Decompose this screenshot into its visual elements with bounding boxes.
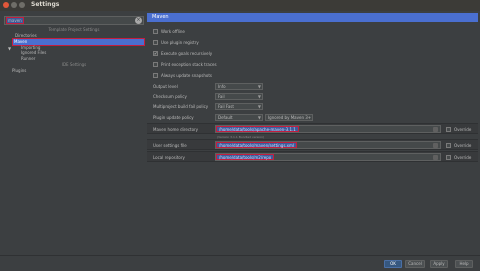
override-label: Override	[454, 143, 472, 148]
user-settings-label: User settings file	[153, 143, 187, 148]
select-value: Default	[218, 115, 233, 120]
help-button[interactable]: Help	[455, 260, 473, 268]
tree-item-plugins[interactable]: Plugins	[12, 68, 26, 74]
apply-button[interactable]: Apply	[430, 260, 448, 268]
dialog-footer: OK Cancel Apply Help	[0, 255, 480, 271]
checkbox-label: Execute goals recursively	[161, 51, 213, 56]
maven-home-label: Maven home directory	[153, 127, 199, 132]
ide-settings-header: IDE Settings	[61, 62, 87, 67]
checkbox-box[interactable]	[153, 39, 158, 45]
settings-search-input[interactable]: maven	[6, 17, 24, 24]
print-exception-stack-traces-checkbox[interactable]: Print exception stack traces	[153, 61, 217, 68]
maven-home-override-checkbox[interactable]: Override	[446, 126, 471, 133]
plugin-update-policy-select[interactable]: Default ▼	[215, 114, 263, 121]
local-repository-label: Local repository	[153, 155, 185, 160]
folder-browse-icon[interactable]	[433, 127, 438, 132]
panel-title: Maven	[152, 14, 169, 20]
settings-sidebar: maven × Template Project Settings Direct…	[2, 13, 146, 251]
local-repository-row: Local repository /home/data/tools/m2/rep…	[147, 151, 478, 162]
work-offline-checkbox[interactable]: Work offline	[153, 28, 185, 35]
ok-button[interactable]: OK	[384, 260, 402, 268]
override-label: Override	[454, 127, 472, 132]
local-repository-value: /home/data/tools/m2/repo	[216, 154, 275, 160]
template-project-settings-header: Template Project Settings	[48, 27, 100, 32]
window-title: Settings	[31, 1, 60, 8]
checksum-policy-select[interactable]: Fail ▼	[215, 93, 263, 100]
checkbox-box[interactable]	[446, 126, 451, 132]
use-plugin-registry-checkbox[interactable]: Use plugin registry	[153, 39, 199, 46]
chevron-down-icon: ▼	[257, 104, 261, 109]
output-level-label: Output level	[153, 84, 178, 89]
maven-home-input[interactable]: /home/data/tools/apache-maven-3.1.1	[215, 125, 441, 133]
maven-home-row: Maven home directory /home/data/tools/ap…	[147, 123, 478, 134]
local-repository-input[interactable]: /home/data/tools/m2/repo	[215, 153, 441, 161]
user-settings-value: /home/data/tools/maven/settings.xml	[216, 142, 298, 148]
tree-expand-arrow-icon[interactable]: ▼	[8, 46, 11, 51]
window-titlebar: Settings	[0, 0, 480, 11]
select-value: Fail Fast	[218, 104, 234, 109]
plugin-update-policy-label: Plugin update policy	[153, 115, 194, 120]
ignored-by-maven-note: Ignored by Maven 3+	[265, 114, 313, 121]
always-update-snapshots-checkbox[interactable]: Always update snapshots	[153, 72, 212, 79]
select-value: Fail	[218, 94, 225, 99]
checkbox-label: Work offline	[161, 29, 185, 34]
output-level-select[interactable]: Info ▼	[215, 83, 263, 90]
user-settings-row: User settings file /home/data/tools/mave…	[147, 139, 478, 150]
checkbox-box[interactable]	[446, 154, 451, 160]
checksum-policy-label: Checksum policy	[153, 94, 187, 99]
checkbox-box[interactable]	[153, 28, 158, 34]
maximize-window-button[interactable]	[19, 2, 25, 8]
maven-home-value: /home/data/tools/apache-maven-3.1.1	[216, 126, 299, 132]
user-settings-override-checkbox[interactable]: Override	[446, 142, 471, 149]
chevron-down-icon: ▼	[257, 84, 261, 89]
checkmark-icon[interactable]: ✔	[153, 50, 158, 56]
checkbox-box[interactable]	[446, 142, 451, 148]
checkbox-label: Use plugin registry	[161, 40, 199, 45]
multiproject-fail-policy-label: Multiproject build fail policy	[153, 104, 209, 109]
folder-browse-icon[interactable]	[433, 143, 438, 148]
chevron-down-icon: ▼	[257, 115, 261, 120]
maven-settings-panel: Maven Work offline Use plugin registry ✔…	[147, 13, 478, 251]
minimize-window-button[interactable]	[11, 2, 17, 8]
checkbox-box[interactable]	[153, 61, 158, 67]
local-repository-override-checkbox[interactable]: Override	[446, 154, 471, 161]
clear-search-icon[interactable]: ×	[135, 17, 142, 24]
settings-dialog: maven × Template Project Settings Direct…	[0, 11, 480, 271]
checkbox-label: Print exception stack traces	[161, 62, 217, 67]
chevron-down-icon: ▼	[257, 94, 261, 99]
override-label: Override	[454, 155, 472, 160]
cancel-button[interactable]: Cancel	[405, 260, 425, 268]
user-settings-input[interactable]: /home/data/tools/maven/settings.xml	[215, 141, 441, 149]
settings-tree: Template Project Settings Directories ▼ …	[4, 26, 145, 88]
checkbox-label: Always update snapshots	[161, 73, 212, 78]
panel-header: Maven	[147, 13, 478, 22]
execute-goals-recursively-checkbox[interactable]: ✔ Execute goals recursively	[153, 50, 212, 57]
folder-browse-icon[interactable]	[433, 155, 438, 160]
multiproject-fail-policy-select[interactable]: Fail Fast ▼	[215, 103, 263, 110]
settings-search-box[interactable]: maven ×	[4, 16, 144, 25]
select-value: Info	[218, 84, 226, 89]
checkbox-box[interactable]	[153, 72, 158, 78]
close-window-button[interactable]	[3, 2, 9, 8]
